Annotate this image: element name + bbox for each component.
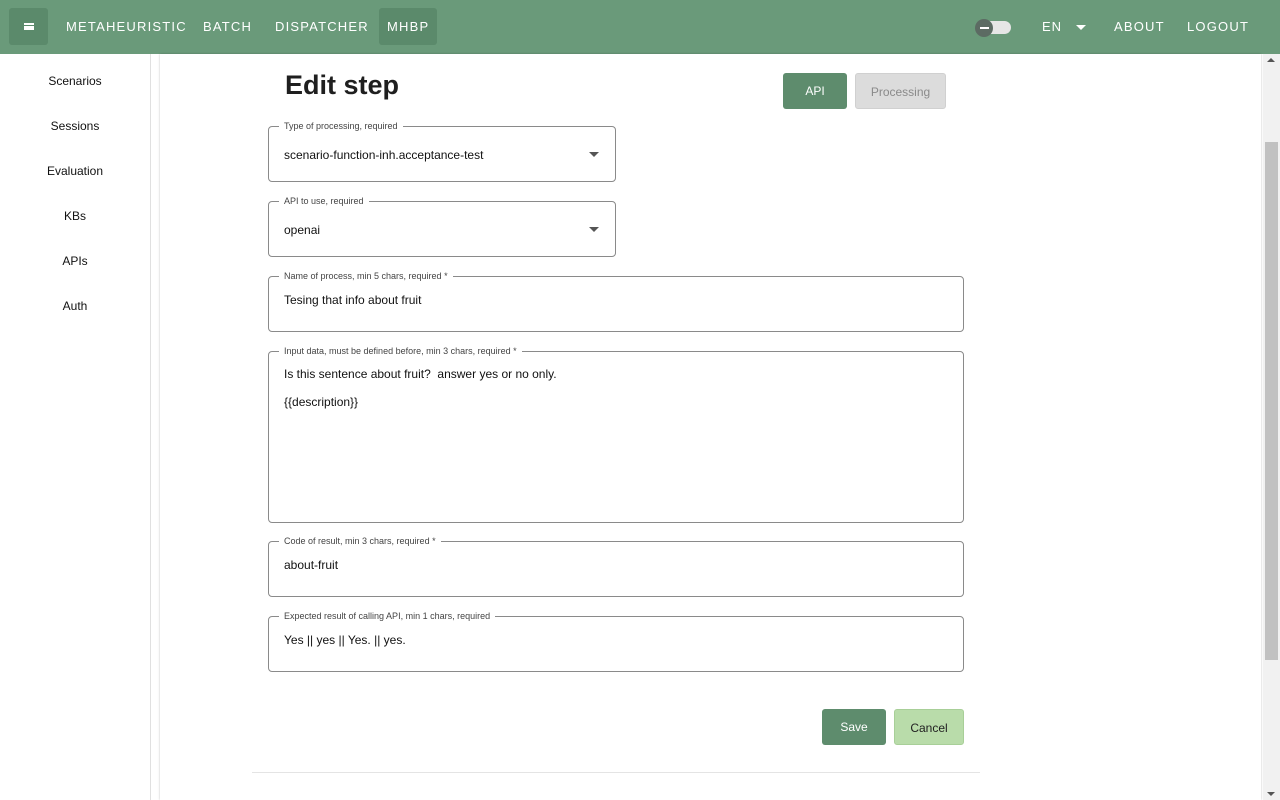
sidebar-item-auth[interactable]: Auth	[0, 296, 150, 316]
scroll-up-arrow-icon[interactable]	[1267, 58, 1275, 62]
tab-processing[interactable]: Processing	[855, 73, 946, 109]
top-app-bar: METAHEURISTIC BATCH DISPATCHER MHBP EN A…	[0, 0, 1280, 54]
sidebar: Scenarios Sessions Evaluation KBs APIs A…	[0, 54, 151, 800]
scroll-down-arrow-icon[interactable]	[1267, 792, 1275, 796]
language-select[interactable]: EN	[1042, 8, 1062, 45]
input-data-textarea[interactable]: Input data, must be defined before, min …	[268, 345, 964, 523]
field-value: openai	[284, 223, 321, 237]
nav-mhbp[interactable]: MHBP	[379, 8, 438, 45]
nav-metaheuristic[interactable]: METAHEURISTIC	[58, 8, 195, 45]
field-label: Type of processing, required	[279, 120, 403, 132]
sidebar-item-evaluation[interactable]: Evaluation	[0, 161, 150, 181]
page-title: Edit step	[285, 70, 400, 100]
processing-type-select[interactable]: Type of processing, required scenario-fu…	[268, 120, 616, 182]
sidebar-item-apis[interactable]: APIs	[0, 251, 150, 271]
menu-button[interactable]	[9, 8, 48, 45]
field-value: Yes || yes || Yes. || yes.	[284, 633, 406, 647]
theme-toggle[interactable]	[975, 19, 1011, 37]
nav-dispatcher[interactable]: DISPATCHER	[267, 8, 377, 45]
chevron-down-icon[interactable]	[1076, 25, 1086, 30]
result-code-input[interactable]: Code of result, min 3 chars, required * …	[268, 535, 964, 597]
tab-api[interactable]: API	[783, 73, 847, 109]
field-value: about-fruit	[284, 558, 339, 572]
nav-logout[interactable]: LOGOUT	[1179, 8, 1257, 45]
page-scrollbar[interactable]	[1263, 54, 1280, 800]
field-label: Name of process, min 5 chars, required *	[279, 270, 453, 282]
hamburger-icon	[23, 23, 34, 30]
field-label: Code of result, min 3 chars, required *	[279, 535, 441, 547]
api-select[interactable]: API to use, required openai	[268, 195, 616, 257]
sidebar-item-scenarios[interactable]: Scenarios	[0, 71, 150, 91]
cancel-button[interactable]: Cancel	[894, 709, 964, 745]
expected-result-input[interactable]: Expected result of calling API, min 1 ch…	[268, 610, 964, 672]
nav-batch[interactable]: BATCH	[195, 8, 260, 45]
save-button[interactable]: Save	[822, 709, 886, 745]
toggle-knob-icon	[975, 19, 993, 37]
field-value: Is this sentence about fruit? answer yes…	[284, 367, 557, 409]
field-label: Input data, must be defined before, min …	[279, 345, 522, 357]
sidebar-item-sessions[interactable]: Sessions	[0, 116, 150, 136]
sidebar-item-kbs[interactable]: KBs	[0, 206, 150, 226]
field-label: API to use, required	[279, 195, 369, 207]
chevron-down-icon[interactable]	[589, 152, 599, 157]
field-label: Expected result of calling API, min 1 ch…	[279, 610, 496, 622]
process-name-input[interactable]: Name of process, min 5 chars, required *…	[268, 270, 964, 332]
chevron-down-icon[interactable]	[589, 227, 599, 232]
field-value: scenario-function-inh.acceptance-test	[284, 148, 484, 162]
nav-about[interactable]: ABOUT	[1106, 8, 1173, 45]
divider	[252, 772, 980, 773]
field-value: Tesing that info about fruit	[284, 293, 422, 307]
scroll-thumb[interactable]	[1265, 142, 1278, 660]
